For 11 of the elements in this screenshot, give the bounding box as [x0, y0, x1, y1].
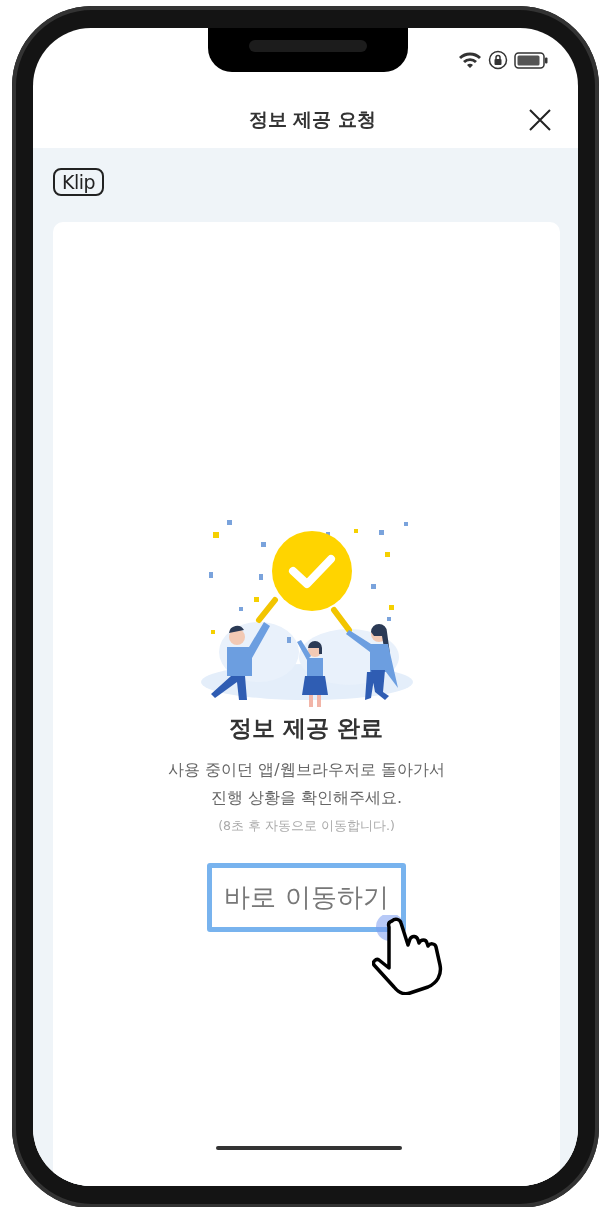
battery-icon [514, 51, 548, 69]
wifi-icon [458, 51, 482, 69]
klip-logo: Klip [53, 168, 105, 196]
rotation-lock-icon [488, 50, 508, 70]
go-now-button[interactable]: 바로 이동하기 [207, 863, 406, 932]
redirect-note: (8초 후 자동으로 이동합니다.) [218, 818, 395, 835]
close-icon[interactable] [528, 108, 552, 132]
page-title: 정보 제공 요청 [247, 107, 378, 132]
result-title: 정보 제공 완료 [229, 714, 384, 743]
instruction-line: 진행 상황을 확인해주세요. [209, 787, 404, 809]
instruction-line: 사용 중이던 앱/웹브라우저로 돌아가서 [168, 759, 445, 781]
